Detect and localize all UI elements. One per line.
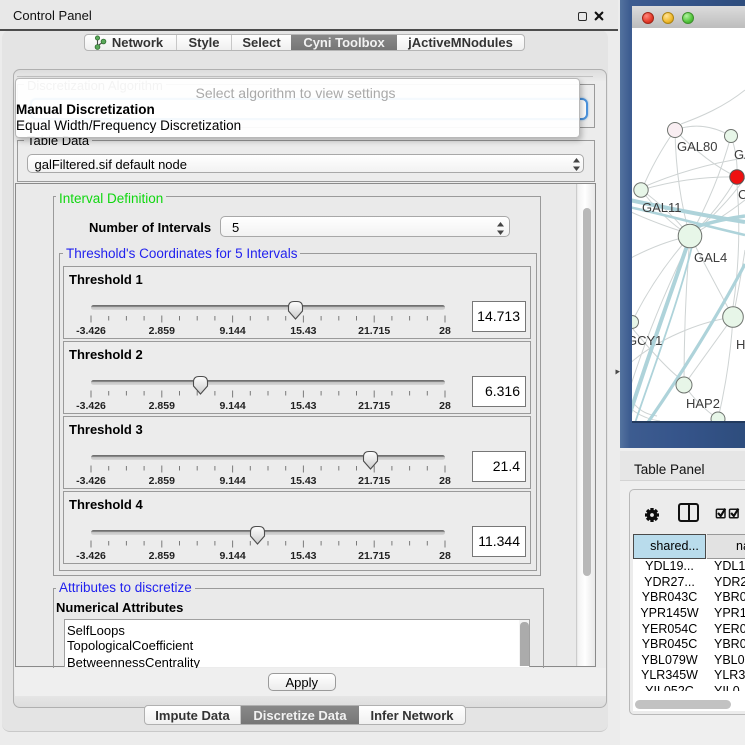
svg-text:HAP2: HAP2 [686,396,720,411]
svg-text:HA: HA [736,337,745,352]
svg-text:GA: GA [734,147,745,162]
svg-text:C: C [738,187,745,202]
svg-text:GAL4: GAL4 [694,250,727,265]
svg-text:GAL11: GAL11 [642,200,682,215]
svg-text:GAL80: GAL80 [677,139,717,154]
svg-text:GCY1: GCY1 [632,333,662,348]
